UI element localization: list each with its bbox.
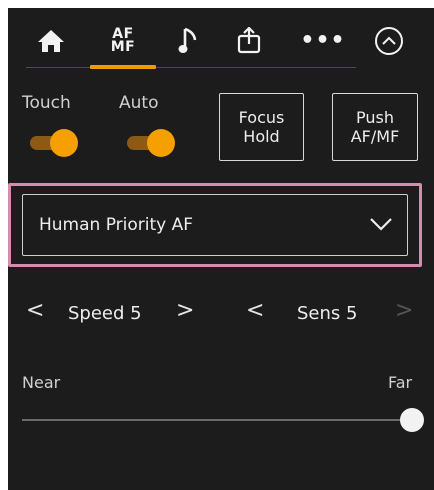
focus-hold-button[interactable]: Focus Hold: [219, 93, 304, 161]
tab-bar: AF MF •••: [8, 8, 434, 74]
sens-value: Sens 5: [297, 303, 358, 324]
focus-slider-handle[interactable]: [400, 408, 424, 432]
auto-toggle[interactable]: [121, 128, 175, 158]
active-tab-indicator: [90, 65, 156, 69]
tab-assign[interactable]: [218, 14, 280, 68]
sens-next-button[interactable]: >: [395, 300, 413, 322]
tab-home[interactable]: [20, 14, 82, 68]
tab-af-mf[interactable]: AF MF: [92, 14, 154, 68]
af-mode-value: Human Priority AF: [39, 215, 194, 235]
touch-toggle[interactable]: [24, 128, 78, 158]
chevron-down-icon: [370, 218, 392, 231]
touch-label: Touch: [22, 93, 71, 113]
speed-prev-button[interactable]: <: [26, 300, 44, 322]
chevron-up-circle-icon: [375, 27, 403, 55]
more-icon: •••: [300, 28, 346, 53]
near-label: Near: [22, 373, 61, 392]
tab-audio[interactable]: [158, 14, 220, 68]
push-af-mf-button[interactable]: Push AF/MF: [332, 93, 418, 161]
sens-prev-button[interactable]: <: [246, 300, 264, 322]
tab-divider: [26, 67, 356, 68]
toggle-knob: [147, 129, 175, 157]
home-icon: [38, 30, 64, 52]
far-label: Far: [388, 373, 413, 392]
focus-slider-track[interactable]: [22, 419, 412, 421]
push-af-mf-line2: AF/MF: [350, 127, 400, 146]
collapse-button[interactable]: [358, 14, 420, 68]
focus-hold-line1: Focus: [238, 108, 285, 127]
toggle-knob: [50, 129, 78, 157]
music-note-icon: [178, 27, 197, 53]
speed-next-button[interactable]: >: [176, 300, 194, 322]
af-mf-icon: AF MF: [110, 27, 136, 55]
tab-more[interactable]: •••: [292, 14, 354, 68]
tab-af-mf-line2: MF: [110, 39, 136, 55]
auto-label: Auto: [119, 93, 159, 113]
af-mf-panel: AF MF ••• Touch Auto Focus Hold Push AF/…: [8, 8, 434, 490]
push-af-mf-line1: Push: [356, 108, 394, 127]
assign-icon: [237, 27, 261, 54]
speed-value: Speed 5: [68, 303, 142, 324]
af-mode-dropdown[interactable]: Human Priority AF: [22, 194, 408, 256]
focus-hold-line2: Hold: [243, 127, 280, 146]
